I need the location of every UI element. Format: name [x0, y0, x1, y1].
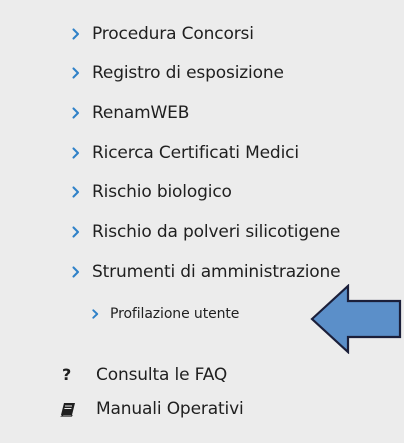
- submenu-item-profilazione-utente[interactable]: Profilazione utente: [92, 303, 239, 325]
- chevron-right-icon: [92, 309, 110, 319]
- menu-item-ricerca-certificati-medici[interactable]: Ricerca Certificati Medici: [72, 139, 299, 167]
- chevron-right-icon: [72, 67, 92, 79]
- menu-item-label: Procedura Concorsi: [92, 23, 254, 44]
- menu-item-procedura-concorsi[interactable]: Procedura Concorsi: [72, 20, 254, 48]
- menu-item-rischio-biologico[interactable]: Rischio biologico: [72, 178, 232, 206]
- left-arrow-callout: [310, 284, 402, 354]
- submenu-item-label: Profilazione utente: [110, 306, 240, 322]
- manuali-operativi-label: Manuali Operativi: [96, 398, 244, 419]
- manuali-operativi-link[interactable]: Manuali Operativi: [60, 395, 244, 423]
- menu-item-renamweb[interactable]: RenamWEB: [72, 99, 189, 127]
- menu-item-strumenti-di-amministrazione[interactable]: Strumenti di amministrazione: [72, 258, 341, 286]
- menu-item-label: Rischio da polveri silicotigene: [92, 221, 341, 242]
- menu-item-label: Registro di esposizione: [92, 62, 284, 83]
- chevron-right-icon: [72, 266, 92, 278]
- question-icon: ?: [62, 365, 72, 384]
- menu-item-label: Ricerca Certificati Medici: [92, 142, 299, 163]
- book-icon: [60, 401, 96, 417]
- menu-item-rischio-da-polveri-silicotigene[interactable]: Rischio da polveri silicotigene: [72, 218, 340, 246]
- menu-item-label: RenamWEB: [92, 102, 190, 123]
- consulta-faq-label: Consulta le FAQ: [96, 364, 228, 385]
- menu-item-label: Rischio biologico: [92, 181, 232, 202]
- consulta-faq-link[interactable]: ? Consulta le FAQ: [60, 361, 227, 389]
- chevron-right-icon: [72, 186, 92, 198]
- chevron-right-icon: [72, 107, 92, 119]
- chevron-right-icon: [72, 28, 92, 40]
- chevron-right-icon: [72, 226, 92, 238]
- chevron-right-icon: [72, 147, 92, 159]
- menu-item-label: Strumenti di amministrazione: [92, 261, 341, 282]
- menu-item-registro-di-esposizione[interactable]: Registro di esposizione: [72, 59, 284, 87]
- sidebar-menu: Procedura Concorsi Registro di esposizio…: [0, 0, 404, 443]
